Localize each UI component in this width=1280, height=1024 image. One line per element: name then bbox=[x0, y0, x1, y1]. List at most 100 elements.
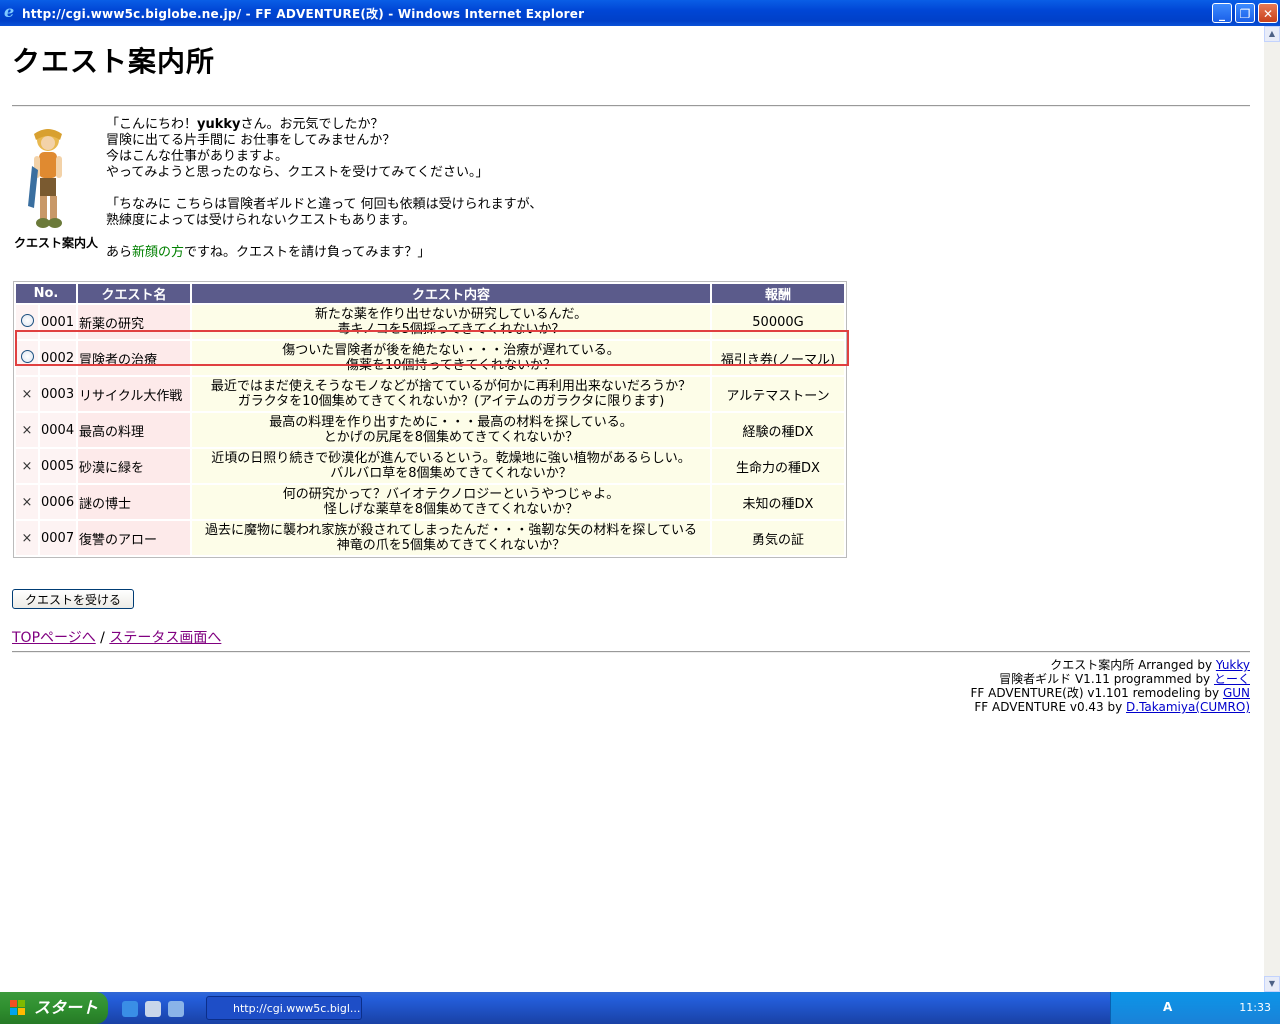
quest-unavailable-cell: × bbox=[16, 449, 38, 483]
ime-indicator[interactable]: A bbox=[1163, 1000, 1172, 1014]
quest-description: 最高の料理を作り出すために・・・最高の材料を探している。 とかげの尻尾を8個集めて… bbox=[192, 413, 710, 447]
quest-description: 傷ついた冒険者が後を絶たない・・・治療が遅れている。 傷薬を10個持ってきてくれな… bbox=[192, 341, 710, 375]
minimize-button[interactable]: _ bbox=[1212, 3, 1232, 23]
description-line: 近頃の日照り続きで砂漠化が進んでいるという。乾燥地に強い植物があるらしい。 bbox=[211, 451, 691, 466]
system-tray: A 11:33 bbox=[1110, 992, 1280, 1024]
quest-reward: 未知の種DX bbox=[712, 485, 844, 519]
credit-text: クエスト案内所 Arranged by bbox=[1050, 658, 1216, 672]
quest-description: 何の研究かって？バイオテクノロジーというやつじゃよ。 怪しげな薬草を8個集めてきて… bbox=[192, 485, 710, 519]
divider bbox=[12, 105, 1250, 107]
taskbar-ie-window[interactable]: http://cgi.www5c.bigl... bbox=[206, 996, 362, 1020]
credit-line: FF ADVENTURE v0.43 by D.Takamiya(CUMRO) bbox=[971, 700, 1250, 714]
quest-description: 過去に魔物に襲われ家族が殺されてしまったんだ・・・強靭な矢の材料を探している 神竜… bbox=[192, 521, 710, 555]
taskbar: スタート http://cgi.www5c.bigl... A 11:33 bbox=[0, 992, 1280, 1024]
credit-line: 冒険者ギルド V1.11 programmed by とーく bbox=[971, 672, 1250, 686]
quest-name: 冒険者の治療 bbox=[78, 341, 190, 375]
quest-number: 0007 bbox=[40, 521, 76, 555]
intro-line-5: 「ちなみに こちらは冒険者ギルドと違って 何回も依頼は受けられますが、 bbox=[106, 197, 543, 212]
table-row: 0002 冒険者の治療 傷ついた冒険者が後を絶たない・・・治療が遅れている。 傷薬を1… bbox=[16, 341, 844, 375]
quicklaunch-ie-icon[interactable] bbox=[122, 1001, 138, 1017]
status-page-link[interactable]: ステータス画面へ bbox=[109, 630, 221, 646]
description-line: 毒キノコを5個採ってきてくれないか？ bbox=[337, 322, 565, 337]
header-no: No. bbox=[16, 284, 76, 303]
intro-line-2: 冒険に出てる片手間に お仕事をしてみませんか？ bbox=[106, 133, 396, 148]
quest-guide-avatar bbox=[28, 129, 62, 228]
quest-description: 近頃の日照り続きで砂漠化が進んでいるという。乾燥地に強い植物があるらしい。 バルバ… bbox=[192, 449, 710, 483]
quest-number: 0005 bbox=[40, 449, 76, 483]
quicklaunch-desktop-icon[interactable] bbox=[145, 1001, 161, 1017]
quest-unavailable-cell: × bbox=[16, 521, 38, 555]
clock: 11:33 bbox=[1239, 1001, 1271, 1014]
quest-name: 新薬の研究 bbox=[78, 305, 190, 339]
quest-reward: 生命力の種DX bbox=[712, 449, 844, 483]
guide-caption: クエスト案内人 bbox=[14, 236, 99, 250]
quest-select-cell[interactable] bbox=[16, 341, 38, 375]
quest-reward: 50000G bbox=[712, 305, 844, 339]
title-bar: e http://cgi.www5c.biglobe.ne.jp/ - FF A… bbox=[0, 0, 1280, 26]
quest-radio-button[interactable] bbox=[20, 349, 34, 363]
description-line: 最高の料理を作り出すために・・・最高の材料を探している。 bbox=[269, 415, 633, 430]
windows-logo-icon bbox=[10, 1000, 25, 1015]
page-title: クエスト案内所 bbox=[12, 45, 216, 78]
quest-number: 0002 bbox=[40, 341, 76, 375]
link-separator: / bbox=[95, 630, 110, 646]
quest-select-cell[interactable] bbox=[16, 305, 38, 339]
quicklaunch-media-icon[interactable] bbox=[168, 1001, 184, 1017]
quest-name: 復讐のアロー bbox=[78, 521, 190, 555]
quest-reward: 勇気の証 bbox=[712, 521, 844, 555]
close-button[interactable]: ✕ bbox=[1258, 3, 1278, 23]
quest-unavailable-cell: × bbox=[16, 485, 38, 519]
credit-author-link[interactable]: Yukky bbox=[1216, 658, 1250, 672]
scroll-up-arrow-icon[interactable]: ▲ bbox=[1264, 26, 1280, 42]
intro-line-1: 「こんにちわ！yukkyさん。お元気でしたか？ bbox=[106, 117, 384, 133]
intro-text: 「こんにちわ！ bbox=[106, 117, 198, 132]
credit-author-link[interactable]: GUN bbox=[1223, 686, 1250, 700]
quest-radio-button[interactable] bbox=[20, 313, 34, 327]
scroll-down-arrow-icon[interactable]: ▼ bbox=[1264, 976, 1280, 992]
quest-number: 0004 bbox=[40, 413, 76, 447]
intro-line-7: あら新顔の方ですね。クエストを請け負ってみます？」 bbox=[106, 245, 430, 261]
quest-table: No. クエスト名 クエスト内容 報酬 0001 新薬の研究 新たな薬を作り出せない… bbox=[13, 281, 847, 558]
restore-button[interactable]: ❐ bbox=[1235, 3, 1255, 23]
quest-description: 新たな薬を作り出せないか研究しているんだ。 毒キノコを5個採ってきてくれないか？ bbox=[192, 305, 710, 339]
description-line: 過去に魔物に襲われ家族が殺されてしまったんだ・・・強靭な矢の材料を探している bbox=[204, 523, 698, 538]
description-line: とかげの尻尾を8個集めてきてくれないか？ bbox=[323, 430, 579, 445]
quest-name: 謎の博士 bbox=[78, 485, 190, 519]
table-row: × 0006 謎の博士 何の研究かって？バイオテクノロジーというやつじゃよ。 怪しげな薬… bbox=[16, 485, 844, 519]
start-label: スタート bbox=[34, 998, 99, 1017]
taskbar-window-label: http://cgi.www5c.bigl... bbox=[233, 1002, 361, 1015]
start-button[interactable]: スタート bbox=[0, 992, 108, 1024]
unavailable-mark: × bbox=[21, 494, 33, 510]
unavailable-mark: × bbox=[21, 458, 33, 474]
intro-line-6: 熟練度によっては受けられないクエストもあります。 bbox=[106, 213, 416, 228]
top-page-link[interactable]: TOPページへ bbox=[12, 630, 96, 646]
header-reward: 報酬 bbox=[712, 284, 844, 303]
quest-name: 砂漠に緑を bbox=[78, 449, 190, 483]
intro-line-4: やってみようと思ったのなら、クエストを受けてみてください。」 bbox=[106, 165, 489, 180]
quest-name: リサイクル大作戦 bbox=[78, 377, 190, 411]
credit-text: FF ADVENTURE(改) v1.101 remodeling by bbox=[970, 686, 1223, 700]
unavailable-mark: × bbox=[21, 530, 33, 546]
accept-quest-button[interactable]: クエストを受ける bbox=[12, 589, 134, 609]
nav-links: TOPページへ / ステータス画面へ bbox=[12, 627, 221, 647]
quest-description: 最近ではまだ使えそうなモノなどが捨てているが何かに再利用出来ないだろうか？ ガラク… bbox=[192, 377, 710, 411]
newcomer-label: 新顔の方 bbox=[132, 245, 185, 260]
table-row: × 0004 最高の料理 最高の料理を作り出すために・・・最高の材料を探している。 とか… bbox=[16, 413, 844, 447]
credit-text: FF ADVENTURE v0.43 by bbox=[974, 700, 1127, 714]
header-quest-content: クエスト内容 bbox=[192, 284, 710, 303]
quest-number: 0003 bbox=[40, 377, 76, 411]
ie-logo-icon: e bbox=[4, 2, 15, 21]
description-line: 怪しげな薬草を8個集めてきてくれないか？ bbox=[323, 502, 579, 517]
quest-reward: アルテマストーン bbox=[712, 377, 844, 411]
intro-text: さん。お元気でしたか？ bbox=[240, 117, 384, 132]
credit-author-link[interactable]: とーく bbox=[1214, 672, 1250, 686]
vertical-scrollbar[interactable]: ▲ ▼ bbox=[1264, 26, 1280, 992]
credit-author-link[interactable]: D.Takamiya(CUMRO) bbox=[1126, 700, 1250, 714]
player-name: yukky bbox=[197, 117, 241, 132]
intro-text: ですね。クエストを請け負ってみます？」 bbox=[184, 245, 431, 260]
credit-line: クエスト案内所 Arranged by Yukky bbox=[971, 658, 1250, 672]
description-line: ガラクタを10個集めてきてくれないか？(アイテムのガラクタに限ります) bbox=[237, 394, 665, 409]
quest-unavailable-cell: × bbox=[16, 413, 38, 447]
quest-number: 0001 bbox=[40, 305, 76, 339]
table-row: × 0005 砂漠に緑を 近頃の日照り続きで砂漠化が進んでいるという。乾燥地に強い植物… bbox=[16, 449, 844, 483]
